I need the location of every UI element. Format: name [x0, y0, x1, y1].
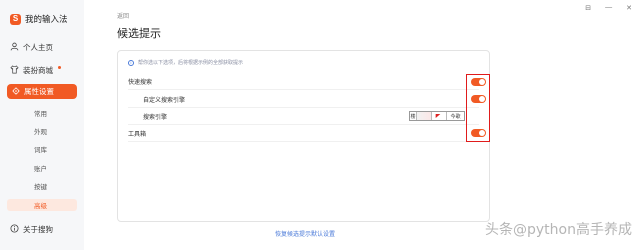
row-quick-search: 快速搜索 [128, 73, 479, 90]
settings-panel: i 帮你选以下选项，后将根据示例的全部获取提示 快速搜索 自定义搜索引擎 搜索引… [117, 50, 490, 222]
row-custom-search-engine: 自定义搜索引擎 [128, 91, 479, 108]
sidebar-item-label: 属性设置 [24, 87, 54, 96]
tip-row: i 帮你选以下选项，后将根据示例的全部获取提示 [128, 59, 243, 66]
notification-dot [58, 66, 61, 69]
engine-option-2[interactable] [417, 112, 432, 120]
sidebar-item-label: 关于搜狗 [23, 225, 53, 234]
tip-text: 帮你选以下选项，后将根据示例的全部获取提示 [138, 60, 244, 66]
row-label: 自定义搜索引擎 [143, 97, 186, 104]
sidebar: S 我的输入法 个人主页 装扮商城 属性设置 常用 外观 词库 账户 按键 高级… [0, 0, 84, 250]
info-tip-icon: i [128, 59, 134, 66]
sidebar-item-label: 装扮商城 [23, 65, 53, 75]
sidebar-item-profile[interactable]: 个人主页 [10, 40, 53, 54]
watermark: 头条@python高手养成 [485, 222, 632, 238]
row-toolbox: 工具箱 [128, 125, 479, 142]
app-title: 我的输入法 [25, 14, 68, 24]
engine-option-3[interactable] [432, 112, 447, 120]
sub-item-dictionary[interactable]: 词库 [34, 143, 47, 155]
sub-item-keys[interactable]: 按键 [34, 180, 47, 192]
window-controls: ⊟ — ✕ [585, 4, 632, 12]
sidebar-item-label: 个人主页 [23, 42, 53, 52]
gear-icon [12, 86, 20, 97]
user-icon [10, 42, 19, 53]
back-link[interactable]: 返回 [117, 11, 129, 20]
sidebar-item-shop[interactable]: 装扮商城 [10, 63, 61, 77]
flag-icon [435, 114, 441, 118]
row-label: 工具箱 [128, 131, 147, 138]
engine-option-1[interactable]: 楼 [410, 112, 417, 120]
row-label: 快速搜索 [128, 79, 153, 86]
close-icon[interactable]: ✕ [626, 4, 632, 12]
restore-defaults-link[interactable]: 恢复候选提示默认设置 [275, 229, 335, 238]
page-title: 候选提示 [117, 28, 161, 40]
sub-item-appearance[interactable]: 外观 [34, 125, 47, 137]
info-icon [10, 224, 19, 235]
sidebar-item-settings[interactable]: 属性设置 [7, 84, 77, 99]
app-logo: S [10, 13, 21, 25]
sidebar-item-about[interactable]: 关于搜狗 [10, 224, 53, 235]
minimize-icon[interactable]: — [605, 4, 612, 12]
search-engine-selector: 楼 今歌 [409, 111, 465, 121]
shirt-icon [10, 64, 19, 76]
engine-option-4[interactable]: 今歌 [447, 112, 464, 120]
sub-item-account[interactable]: 账户 [34, 162, 47, 174]
sub-item-advanced[interactable]: 高级 [7, 199, 77, 211]
sub-item-common[interactable]: 常用 [34, 107, 47, 119]
app-header: S 我的输入法 [10, 12, 68, 26]
window-settings-icon[interactable]: ⊟ [585, 4, 591, 12]
toggle-highlight-box [466, 74, 490, 142]
